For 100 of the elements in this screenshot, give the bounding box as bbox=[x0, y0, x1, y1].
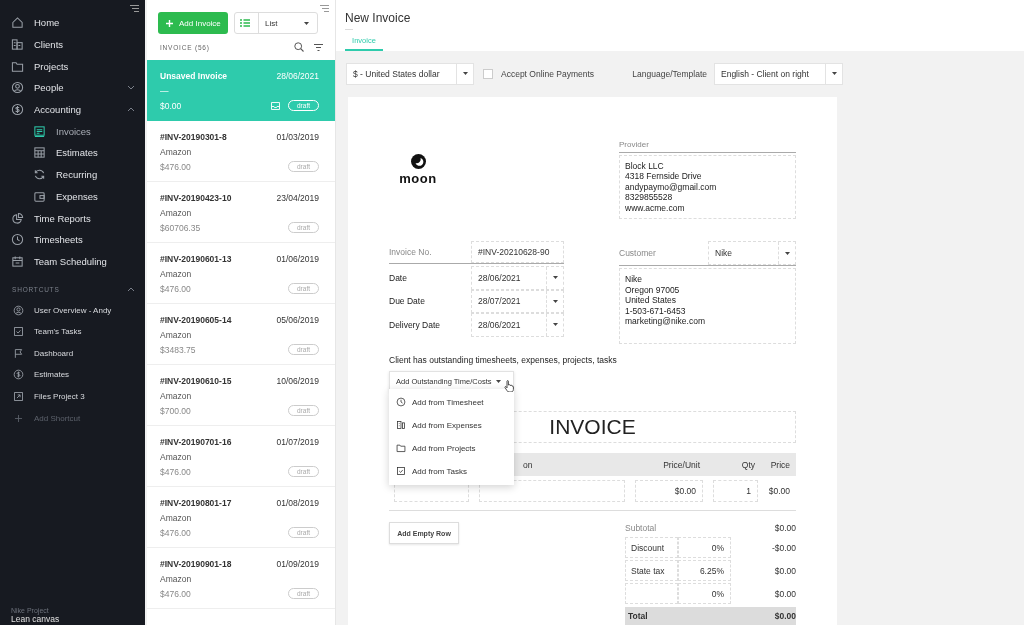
file-icon bbox=[12, 390, 24, 402]
table-cell-text: $0.00 bbox=[768, 485, 791, 498]
invoice-client: — bbox=[160, 85, 169, 96]
checkbox-icon bbox=[12, 326, 24, 338]
view-select[interactable]: List bbox=[234, 12, 318, 34]
flag-icon bbox=[12, 347, 24, 359]
sidebar-item[interactable]: Accounting bbox=[0, 98, 145, 121]
date-field[interactable]: 28/06/2021 bbox=[471, 313, 564, 337]
input-field[interactable]: #INV-20210628-90 bbox=[471, 241, 564, 263]
invoice-amount: $3483.75 bbox=[160, 344, 196, 355]
shortcut-item[interactable]: Files Project 3 bbox=[0, 385, 145, 408]
sidebar-item[interactable]: Team Scheduling bbox=[0, 250, 145, 273]
sidebar-item[interactable]: Home bbox=[0, 12, 145, 34]
customer-select[interactable]: Nike bbox=[708, 241, 796, 265]
notice-text: Client has outstanding timesheets, expenses, projects, tasks bbox=[389, 355, 618, 365]
menu-item[interactable]: Add from Expenses bbox=[389, 413, 514, 437]
logo-text: moon bbox=[399, 170, 437, 186]
plus-icon bbox=[166, 19, 173, 27]
address-line: Nike bbox=[625, 274, 643, 285]
list-view-icon bbox=[240, 19, 250, 27]
address-line: 4318 Fernside Drive bbox=[625, 171, 703, 182]
field-label: Due Date bbox=[389, 296, 426, 307]
invoice-client: Amazon bbox=[160, 329, 192, 340]
caret-icon bbox=[831, 72, 837, 75]
sidebar-item[interactable]: Recurring bbox=[0, 163, 145, 186]
address-box[interactable]: Nike Oregon 97005 United States 1-503-671-6453 marketing@nike.com bbox=[619, 268, 796, 344]
chevron-up-icon bbox=[127, 286, 135, 292]
invoice-date: 23/04/2019 bbox=[276, 192, 319, 203]
input-field[interactable]: 6.25% bbox=[678, 560, 731, 581]
invoice-amount: $476.00 bbox=[160, 161, 191, 172]
home-icon bbox=[10, 16, 24, 30]
address-line: www.acme.com bbox=[625, 202, 686, 213]
input-field[interactable]: 0% bbox=[678, 537, 731, 558]
page-link[interactable]: Lean canvas bbox=[11, 614, 145, 624]
invoice-number: #INV-20190601-13 bbox=[160, 253, 232, 264]
moon-logo-icon bbox=[410, 153, 426, 169]
total-amount: $0.00 bbox=[773, 522, 796, 533]
calendar-icon bbox=[10, 254, 24, 268]
input-field[interactable]: 0% bbox=[678, 583, 731, 604]
address-box[interactable]: Block LLC 4318 Fernside Drive andypaymo@gmail.com 8329855528 www.acme.com bbox=[619, 154, 796, 219]
sidebar-item[interactable]: Timesheets bbox=[0, 228, 145, 251]
invoice-amount: $0.00 bbox=[160, 100, 182, 111]
template-select[interactable]: English - Client on right bbox=[714, 62, 843, 85]
clock-icon bbox=[396, 397, 406, 407]
date-field[interactable]: 28/07/2021 bbox=[471, 289, 564, 313]
person-icon bbox=[12, 304, 24, 316]
menu-item[interactable]: Add from Tasks bbox=[389, 459, 514, 483]
input-field[interactable] bbox=[625, 583, 678, 604]
invoice-client: Amazon bbox=[160, 390, 192, 401]
sidebar-item[interactable]: Time Reports bbox=[0, 207, 145, 229]
shortcut-item[interactable]: User Overview - Andy bbox=[0, 299, 145, 321]
invoice-date: 01/08/2019 bbox=[276, 497, 319, 508]
address-line: Block LLC bbox=[625, 160, 665, 171]
field-label: Provider bbox=[619, 139, 796, 153]
sidebar-item[interactable]: Projects bbox=[0, 55, 145, 78]
field-label: Customer bbox=[619, 248, 657, 258]
invoice-number: #INV-20190901-18 bbox=[160, 558, 232, 569]
person-icon bbox=[10, 81, 24, 95]
wallet-icon bbox=[32, 189, 46, 203]
column-header: on bbox=[522, 459, 534, 470]
sidebar-item[interactable]: Invoices bbox=[0, 120, 145, 143]
menu-item[interactable]: Add from Timesheet bbox=[389, 390, 514, 414]
address-line: United States bbox=[625, 295, 678, 306]
sidebar-item[interactable]: Estimates bbox=[0, 142, 145, 164]
column-header: Price bbox=[769, 459, 791, 470]
invoice-number: #INV-20190605-14 bbox=[160, 314, 232, 325]
invoice-amount: $700.00 bbox=[160, 405, 191, 416]
building-icon bbox=[10, 38, 24, 52]
total-amount: $0.00 bbox=[773, 565, 796, 576]
address-line: marketing@nike.com bbox=[625, 316, 706, 327]
search-icon bbox=[294, 42, 304, 52]
checkbox[interactable] bbox=[483, 68, 493, 79]
invoice-client: Amazon bbox=[160, 268, 192, 279]
sidebar-item[interactable]: Clients bbox=[0, 33, 145, 56]
shortcut-item[interactable]: Team's Tasks bbox=[0, 320, 145, 343]
input-field[interactable]: State tax bbox=[625, 560, 678, 581]
invoice-date: 01/07/2019 bbox=[276, 436, 319, 447]
invoice-amount: $476.00 bbox=[160, 466, 191, 477]
shortcut-item[interactable]: Dashboard bbox=[0, 342, 145, 365]
total-amount: $0.00 bbox=[773, 611, 796, 621]
input-field[interactable]: $0.00 bbox=[635, 480, 703, 502]
invoice-client: Amazon bbox=[160, 146, 192, 157]
input-field[interactable]: 1 bbox=[713, 480, 758, 502]
invoice-date: 10/06/2019 bbox=[276, 375, 319, 386]
invoice-client: Amazon bbox=[160, 451, 192, 462]
currency-select[interactable]: $ - United States dollar bbox=[346, 62, 474, 85]
dollar-icon bbox=[10, 103, 24, 117]
pie-chart-icon bbox=[10, 211, 24, 225]
column-header: Price/Unit bbox=[662, 459, 701, 470]
sidebar-item[interactable]: Expenses bbox=[0, 185, 145, 208]
field-label: Delivery Date bbox=[389, 319, 442, 330]
sidebar-item[interactable]: People bbox=[0, 77, 145, 99]
date-field[interactable]: 28/06/2021 bbox=[471, 266, 564, 290]
invoice-date: 05/06/2019 bbox=[276, 314, 319, 325]
input-field[interactable]: Discount bbox=[625, 537, 678, 558]
shortcut-item[interactable]: Estimates bbox=[0, 364, 145, 386]
invoice-date: 01/06/2019 bbox=[276, 253, 319, 264]
invoice-number: #INV-20190423-10 bbox=[160, 192, 232, 203]
caret-icon bbox=[462, 72, 468, 75]
invoice-client: Amazon bbox=[160, 573, 192, 584]
